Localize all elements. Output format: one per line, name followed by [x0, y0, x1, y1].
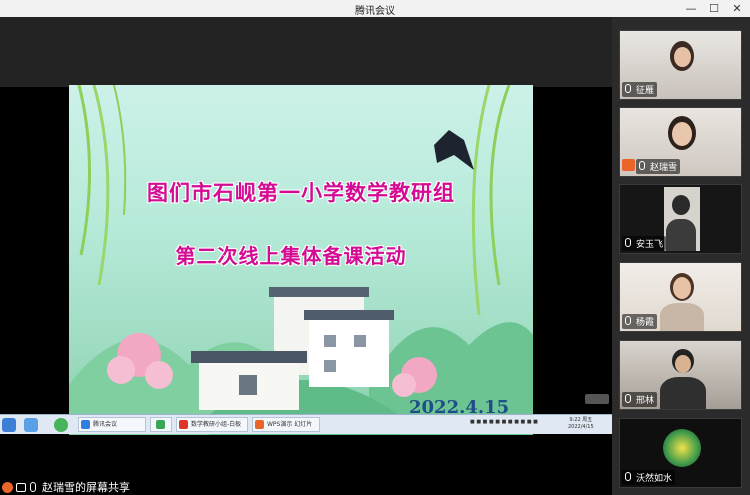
participant-body: [660, 303, 704, 331]
microphone-icon: [639, 161, 645, 170]
stage-top-band: [0, 17, 612, 87]
participant-hair: [672, 195, 690, 215]
microphone-icon: [625, 316, 631, 325]
participant-body: [666, 219, 696, 251]
slide-title-line2: 第二次线上集体备课活动: [175, 244, 407, 268]
participant-name-tag: 邢林: [622, 392, 658, 407]
close-button[interactable]: ✕: [726, 0, 748, 17]
participant-face: [672, 122, 692, 146]
minimize-button[interactable]: —: [680, 0, 702, 17]
clock-time: 9:22 周五: [569, 417, 593, 423]
participant-body: [660, 377, 706, 409]
participant-face: [673, 277, 691, 299]
wps-icon: [179, 420, 188, 429]
clock-date: 2022/4/15: [568, 424, 594, 430]
participant-name: 邢林: [636, 396, 655, 406]
participant-name: 征雁: [636, 86, 655, 96]
participant-name: 安玉飞: [636, 240, 664, 250]
player-icon: [156, 420, 165, 429]
participant-name-tag: 安玉飞: [622, 236, 667, 251]
microphone-icon: [625, 238, 631, 247]
start-icon: [2, 418, 16, 432]
participant-tile[interactable]: 杨霞: [619, 262, 742, 332]
participant-tile[interactable]: 征雁: [619, 30, 742, 100]
taskbar-item-label: 数学教研小组-白板: [191, 421, 242, 428]
toolbar-handle[interactable]: [585, 394, 609, 404]
taskbar-item-label: 腾讯会议: [93, 421, 118, 428]
participant-name-tag: 赵瑞雪: [622, 159, 681, 174]
shared-screen-area: 图们市石岘第一小学数学教研组 第二次线上集体备课活动 2022.4.15 腾讯会…: [0, 17, 612, 495]
app-icon: [24, 418, 38, 432]
participant-name-tag: 征雁: [622, 82, 658, 97]
taskbar-item-meeting: 腾讯会议: [78, 417, 146, 432]
microphone-icon: [30, 482, 36, 492]
avatar: [663, 429, 701, 467]
participant-face: [674, 47, 691, 67]
taskbar-clock: 9:22 周五 2022/4/15: [568, 417, 594, 431]
microphone-icon: [625, 84, 631, 93]
microphone-icon: [625, 472, 631, 481]
participant-tile[interactable]: 沃然如水: [619, 418, 742, 488]
participant-name: 沃然如水: [636, 474, 673, 484]
taskbar-item-wps: WPS演示 幻灯片: [252, 417, 320, 432]
participants-panel: 征雁 赵瑞雪 安玉飞 杨霞 邢林 沃然如水: [612, 17, 750, 495]
taskbar-item-player: [150, 417, 172, 432]
screen-share-label: 赵瑞雪的屏幕共享: [0, 480, 134, 495]
host-icon: [2, 482, 13, 493]
share-label-text: 赵瑞雪的屏幕共享: [42, 481, 130, 494]
slide-title-line1: 图们市石岘第一小学数学教研组: [147, 180, 455, 205]
screen-share-icon: [16, 483, 26, 492]
participant-name: 杨霞: [636, 318, 655, 328]
host-badge-icon: [622, 159, 635, 171]
meeting-icon: [81, 420, 90, 429]
browser-icon: [54, 418, 68, 432]
window-title-bar: 腾讯会议 — ☐ ✕: [0, 0, 750, 17]
participant-name: 赵瑞雪: [650, 163, 678, 173]
participant-name-tag: 杨霞: [622, 314, 658, 329]
window-title: 腾讯会议: [355, 6, 395, 17]
participant-tile[interactable]: 赵瑞雪: [619, 107, 742, 177]
presentation-icon: [255, 420, 264, 429]
system-tray: ■ ■ ■ ■ ■ ■ ■ ■ ■ ■ ■: [470, 419, 538, 425]
microphone-icon: [625, 394, 631, 403]
participant-name-tag: 沃然如水: [622, 470, 676, 485]
participant-tile[interactable]: 安玉飞: [619, 184, 742, 254]
maximize-button[interactable]: ☐: [703, 0, 725, 17]
taskbar-item-whiteboard: 数学教研小组-白板: [176, 417, 248, 432]
participant-face: [675, 355, 691, 373]
taskbar-item-label: WPS演示 幻灯片: [267, 421, 313, 428]
participant-tile[interactable]: 邢林: [619, 340, 742, 410]
shared-taskbar: 腾讯会议 数学教研小组-白板 WPS演示 幻灯片 ■ ■ ■ ■ ■ ■ ■ ■…: [0, 414, 612, 434]
presentation-slide: 图们市石岘第一小学数学教研组 第二次线上集体备课活动 2022.4.15: [69, 85, 533, 435]
